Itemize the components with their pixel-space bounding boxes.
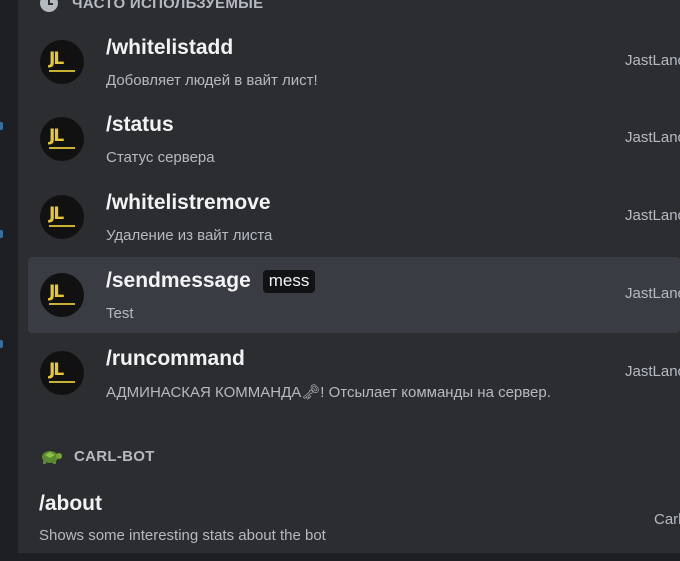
app-avatar: JL bbox=[40, 351, 84, 395]
app-avatar: JL bbox=[40, 40, 84, 84]
app-name: Carl bbox=[654, 511, 680, 528]
command-description: Shows some interesting stats about the b… bbox=[39, 527, 326, 544]
app-avatar: JL bbox=[40, 117, 84, 161]
section-header-frequent: ЧАСТО ИСПОЛЬЗУЕМЫЕ bbox=[40, 0, 263, 12]
app-name: JastLanc bbox=[625, 129, 680, 146]
command-name: /status bbox=[106, 113, 174, 136]
command-row-runcommand[interactable]: JL /runcommand АДМИНАСКАЯ КОММАНДА🗝! Отс… bbox=[28, 335, 680, 411]
command-name: /runcommand bbox=[106, 347, 245, 370]
section-title: ЧАСТО ИСПОЛЬЗУЕМЫЕ bbox=[72, 0, 264, 12]
command-name: /sendmessage bbox=[106, 269, 251, 292]
app-avatar: JL bbox=[40, 195, 84, 239]
section-header-carlbot: CARL-BOT bbox=[40, 448, 155, 465]
bottom-bar bbox=[0, 553, 680, 561]
turtle-icon bbox=[40, 449, 62, 465]
command-name-about[interactable]: /about bbox=[39, 492, 102, 516]
command-description: Добовляет людей в вайт лист! bbox=[106, 72, 318, 89]
option-chip[interactable]: mess bbox=[262, 269, 316, 293]
command-row-whitelistadd[interactable]: JL /whitelistadd Добовляет людей в вайт … bbox=[28, 24, 680, 100]
command-row-whitelistremove[interactable]: JL /whitelistremove Удаление из вайт лис… bbox=[28, 179, 680, 255]
command-description: Test bbox=[106, 305, 134, 322]
command-description: Удаление из вайт листа bbox=[106, 227, 273, 244]
app-name: JastLanc bbox=[625, 52, 680, 69]
section-title: CARL-BOT bbox=[74, 448, 155, 465]
clock-icon bbox=[40, 0, 58, 12]
command-row-status[interactable]: JL /status Статус сервера JastLanc bbox=[28, 101, 680, 177]
command-name: /whitelistremove bbox=[106, 191, 271, 214]
sidebar-indicator bbox=[0, 122, 3, 130]
command-row-sendmessage[interactable]: JL /sendmessage mess Test JastLanc bbox=[28, 257, 680, 333]
sidebar-indicator bbox=[0, 230, 3, 238]
app-name: JastLanc bbox=[625, 363, 680, 380]
app-name: JastLanc bbox=[625, 285, 680, 302]
app-name: JastLanc bbox=[625, 207, 680, 224]
app-avatar: JL bbox=[40, 273, 84, 317]
server-sidebar-edge bbox=[0, 0, 18, 561]
sidebar-indicator bbox=[0, 340, 3, 348]
command-description: АДМИНАСКАЯ КОММАНДА🗝! Отсылает комманды … bbox=[106, 384, 551, 401]
command-description: Статус сервера bbox=[106, 149, 215, 166]
command-name: /whitelistadd bbox=[106, 36, 234, 59]
